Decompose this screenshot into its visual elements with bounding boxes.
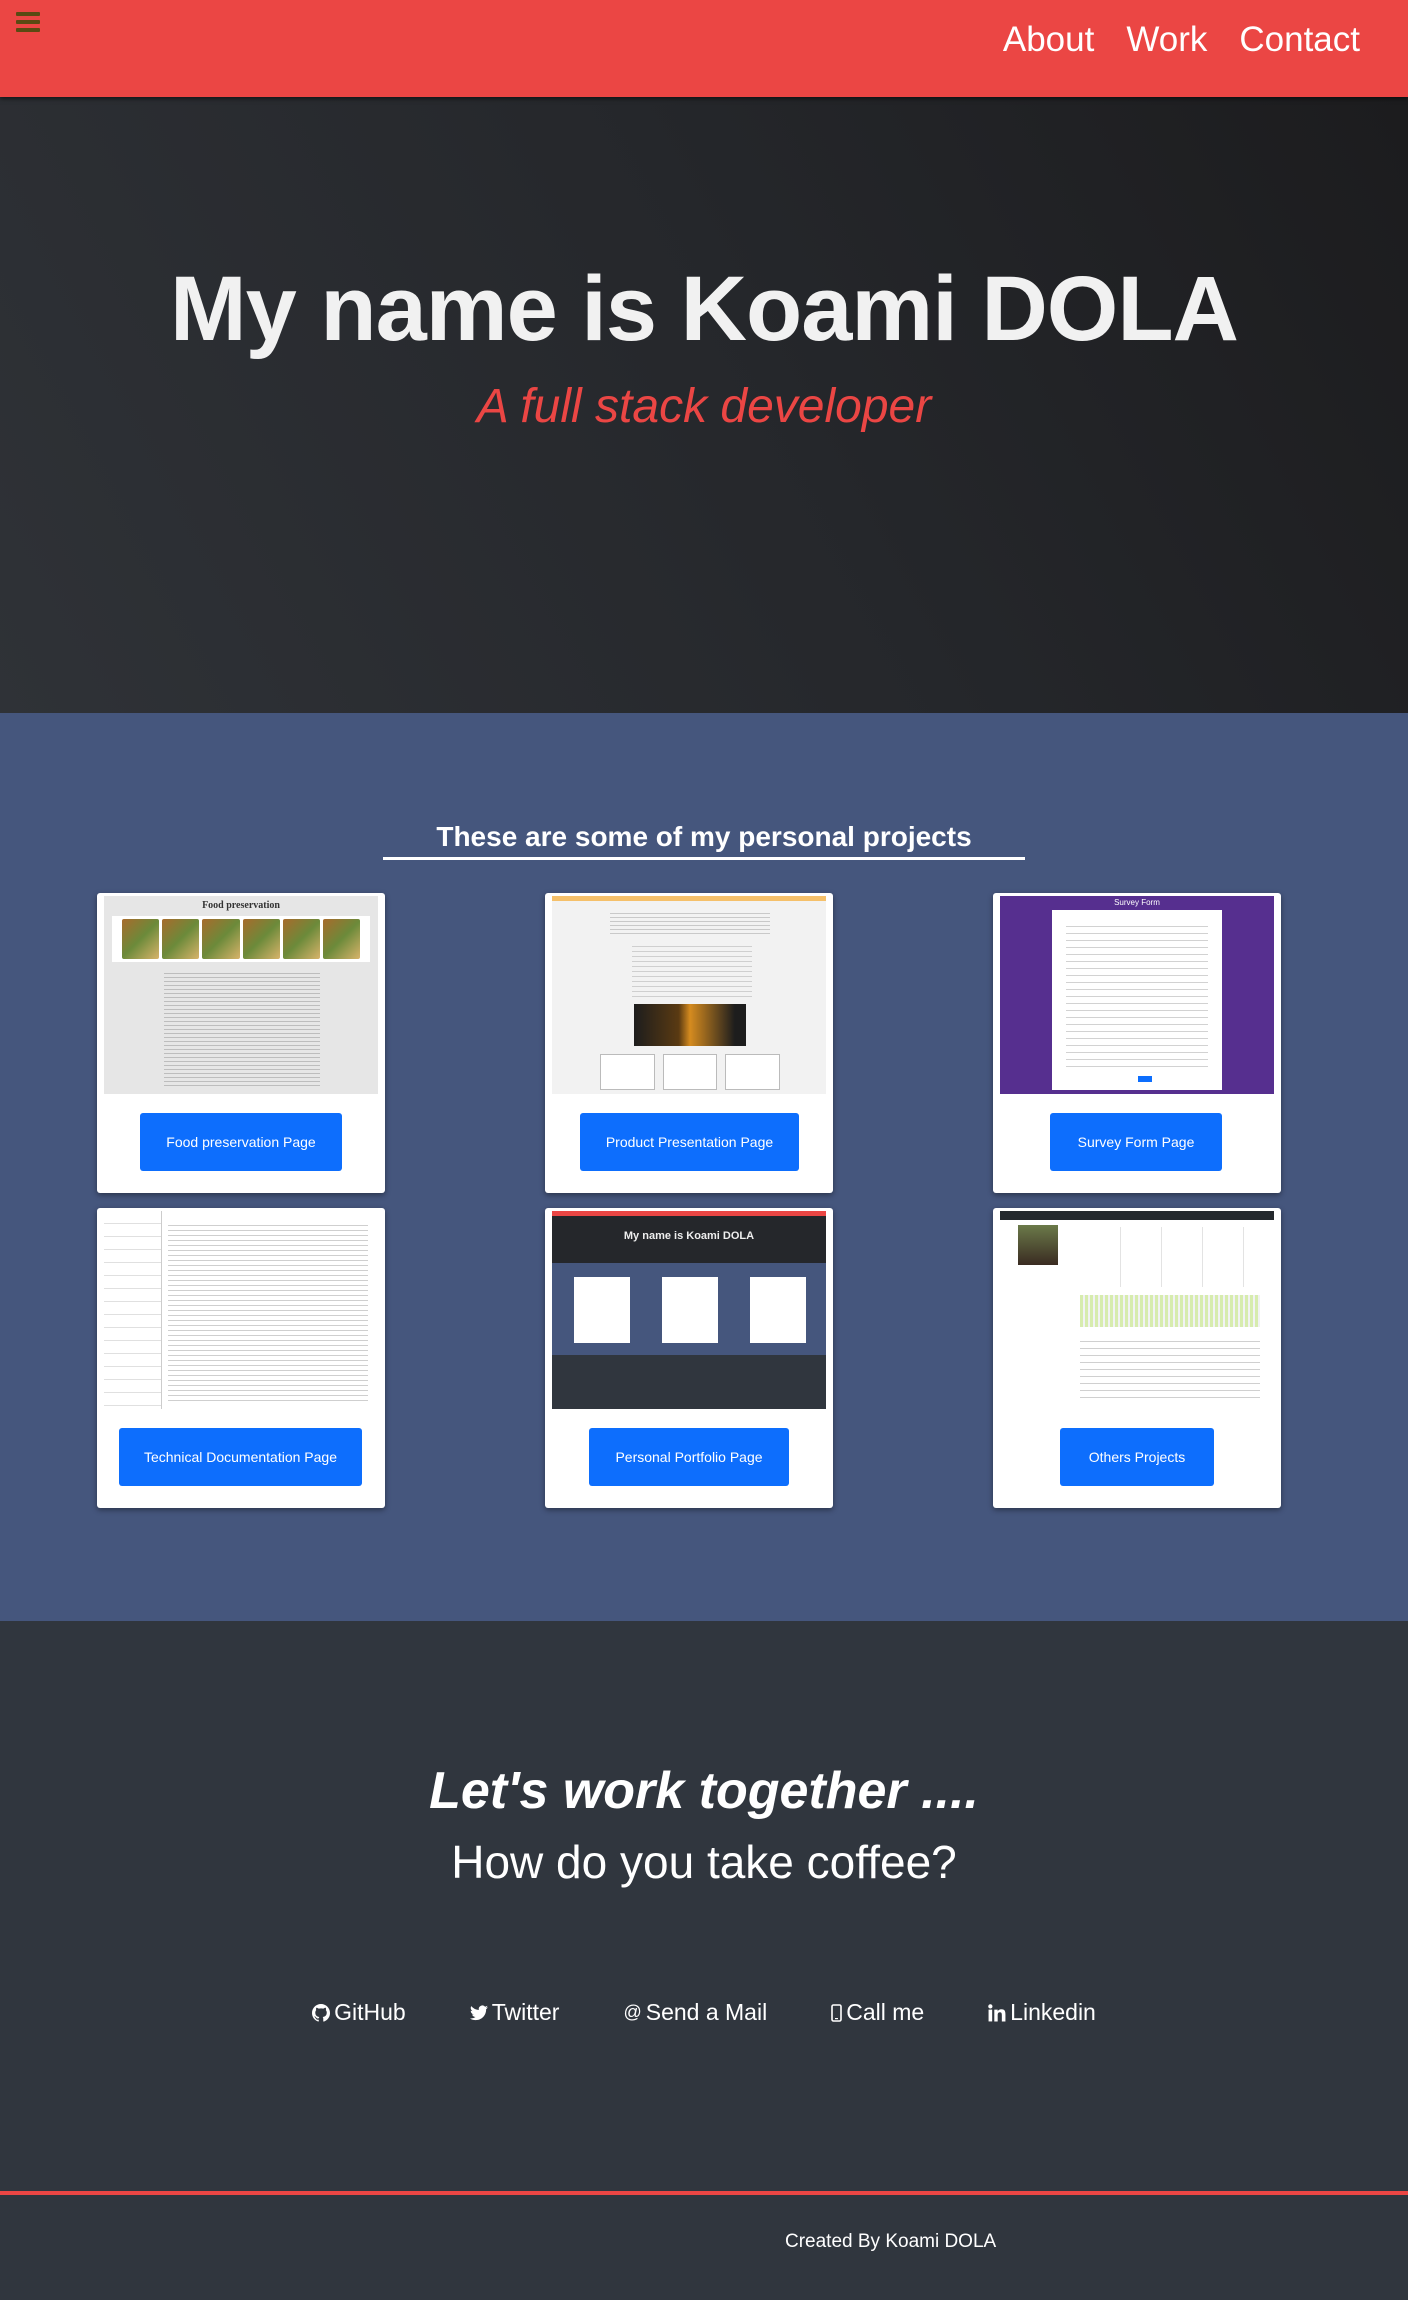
linkedin-label: Linkedin (1010, 1999, 1096, 2025)
contact-title: Let's work together .... (429, 1762, 979, 1820)
footer: Created By Koami DOLA (0, 2191, 1408, 2300)
footer-credit: Created By Koami DOLA (785, 2231, 997, 2252)
thumb-title: Survey Form (1114, 898, 1160, 907)
project-thumbnail-product[interactable] (552, 896, 826, 1094)
navbar: About Work Contact (0, 0, 1408, 97)
github-label: GitHub (334, 1999, 406, 2025)
social-links: GitHub Twitter @ Send a Mail Call me Lin… (0, 1999, 1408, 2026)
project-thumbnail-others[interactable] (1000, 1211, 1274, 1409)
projects-section: These are some of my personal projects F… (0, 713, 1408, 1621)
hero-title: My name is Koami DOLA (170, 258, 1239, 360)
contact-subtitle: How do you take coffee? (451, 1836, 957, 1888)
project-card-product[interactable]: Product Presentation Page (545, 893, 833, 1193)
personal-portfolio-button[interactable]: Personal Portfolio Page (589, 1428, 789, 1486)
nav-link-about[interactable]: About (1003, 18, 1094, 62)
project-thumbnail-portfolio[interactable]: My name is Koami DOLA (552, 1211, 826, 1409)
hero-subtitle: A full stack developer (476, 380, 932, 433)
twitter-link[interactable]: Twitter (469, 1999, 560, 2026)
linkedin-link[interactable]: Linkedin (988, 1999, 1096, 2026)
github-link[interactable]: GitHub (312, 1999, 406, 2026)
nav-link-work[interactable]: Work (1126, 18, 1207, 62)
welcome-section: My name is Koami DOLA A full stack devel… (0, 97, 1408, 713)
project-card-others[interactable]: Others Projects (993, 1208, 1281, 1508)
thumb-title: My name is Koami DOLA (623, 1230, 755, 1242)
phone-icon (831, 2003, 843, 2022)
survey-form-button[interactable]: Survey Form Page (1050, 1113, 1222, 1171)
technical-documentation-button[interactable]: Technical Documentation Page (119, 1428, 362, 1486)
project-thumbnail-documentation[interactable] (104, 1211, 378, 1409)
linkedin-icon (988, 2003, 1006, 2022)
project-card-survey[interactable]: Survey Form Survey Form Page (993, 893, 1281, 1193)
at-icon: @ (623, 2002, 642, 2022)
project-card-food[interactable]: Food preservation Food preservation Page (97, 893, 385, 1193)
call-me-link[interactable]: Call me (831, 1999, 924, 2026)
nav-link-contact[interactable]: Contact (1239, 18, 1360, 62)
thumb-title: Food preservation (202, 900, 280, 911)
others-projects-button[interactable]: Others Projects (1060, 1428, 1214, 1486)
product-presentation-button[interactable]: Product Presentation Page (580, 1113, 799, 1171)
send-mail-link[interactable]: @ Send a Mail (623, 1999, 767, 2026)
hamburger-icon[interactable] (14, 10, 42, 34)
twitter-icon (469, 2004, 488, 2021)
github-icon (312, 2003, 331, 2022)
project-card-portfolio[interactable]: My name is Koami DOLA Personal Portfolio… (545, 1208, 833, 1508)
project-thumbnail-food[interactable]: Food preservation (104, 896, 378, 1094)
project-card-documentation[interactable]: Technical Documentation Page (97, 1208, 385, 1508)
twitter-label: Twitter (491, 1999, 560, 2025)
food-preservation-button[interactable]: Food preservation Page (140, 1113, 342, 1171)
send-mail-label: Send a Mail (645, 1999, 768, 2025)
contact-section: Let's work together .... How do you take… (0, 1621, 1408, 2191)
projects-heading-underline (383, 857, 1025, 860)
project-thumbnail-survey[interactable]: Survey Form (1000, 896, 1274, 1094)
nav-links: About Work Contact (1003, 18, 1360, 62)
projects-heading: These are some of my personal projects (436, 821, 972, 852)
call-me-label: Call me (846, 1999, 925, 2025)
